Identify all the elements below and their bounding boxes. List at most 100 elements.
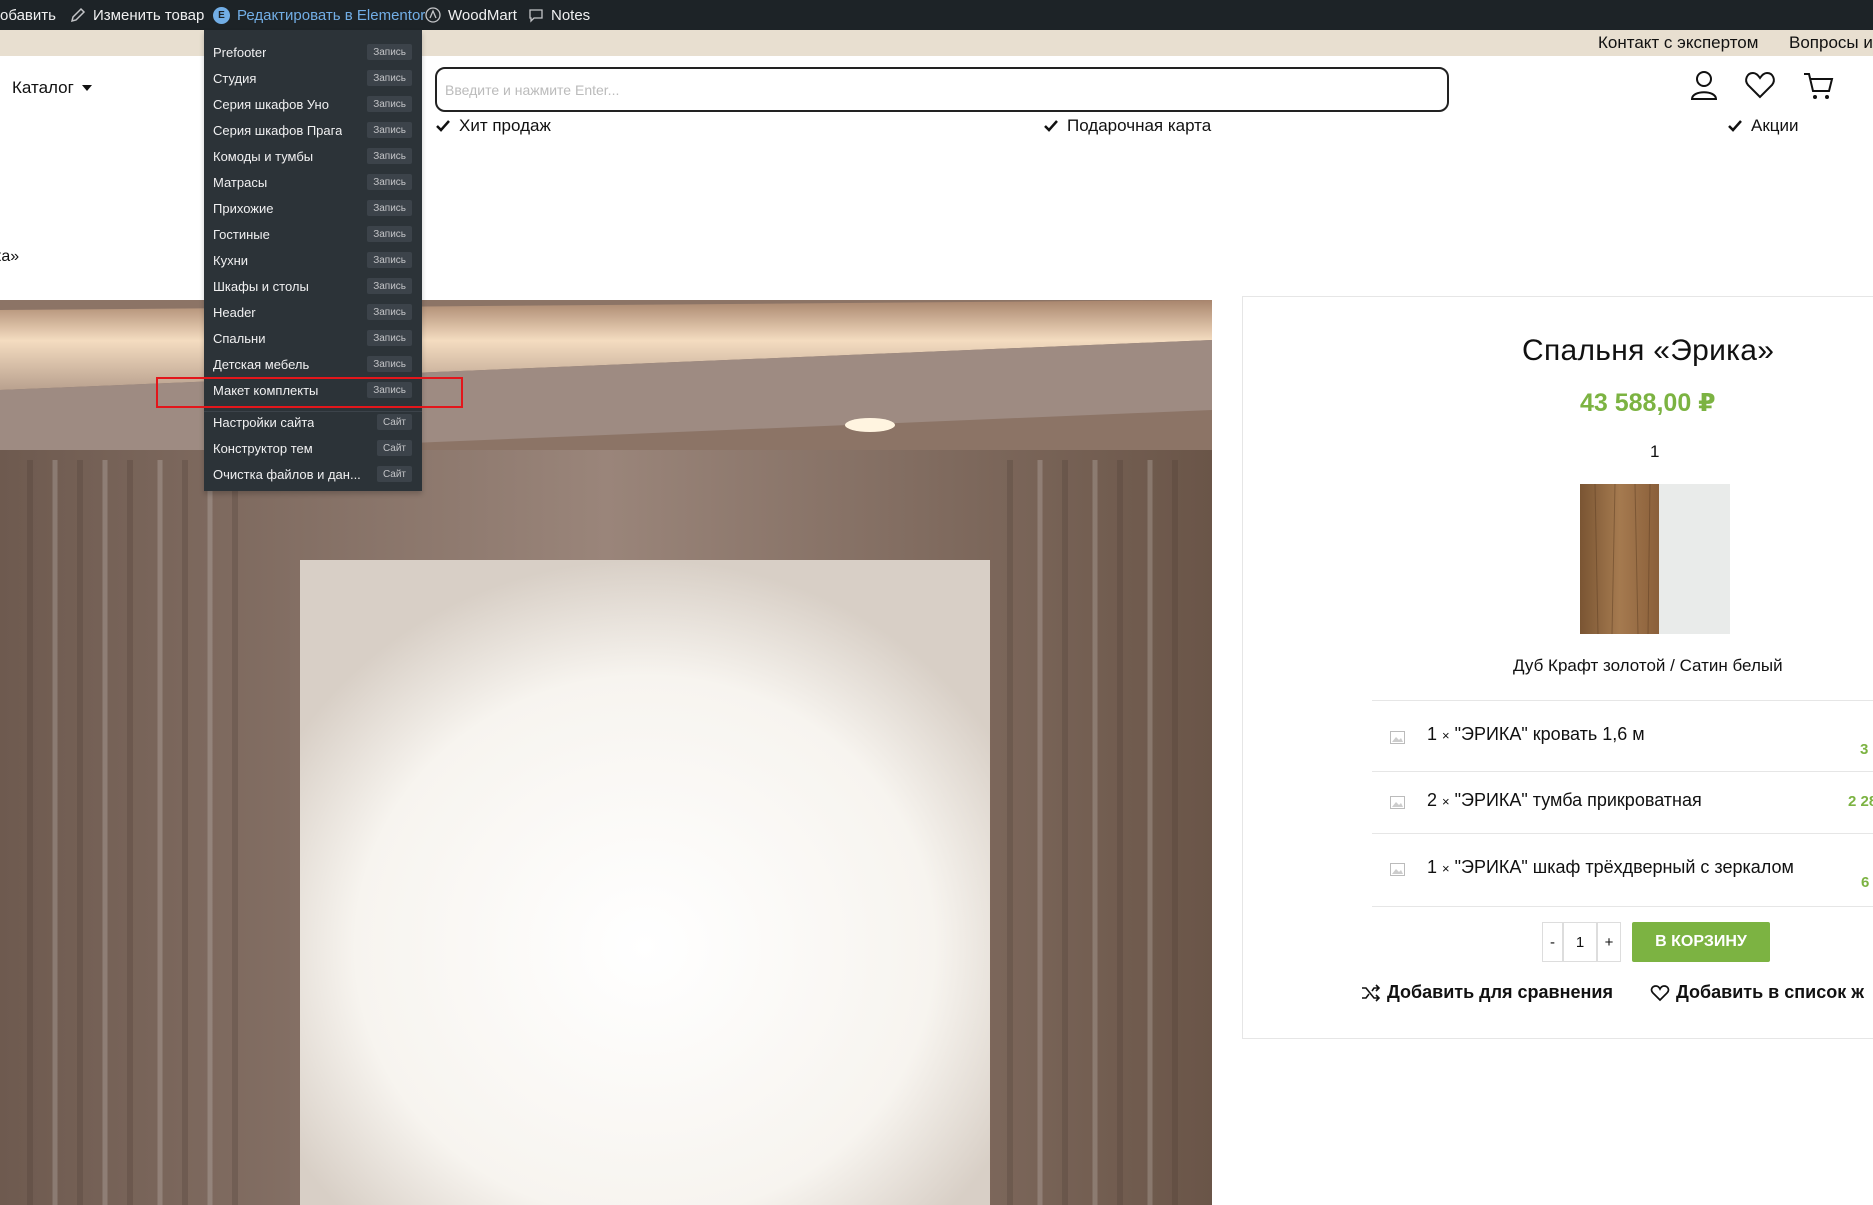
bundle-item-name: "ЭРИКА" шкаф трёхдверный с зеркалом	[1454, 857, 1794, 877]
image-placeholder-icon	[1390, 863, 1405, 876]
feature-label: Хит продаж	[459, 116, 551, 135]
menu-item-theme-builder[interactable]: Конструктор тем Сайт	[204, 435, 422, 461]
menu-item-badge: Запись	[367, 356, 412, 372]
product-price: 43 588,00 ₽	[1580, 389, 1716, 417]
menu-item-badge: Запись	[367, 96, 412, 112]
expert-contact-link[interactable]: Контакт с экспертом	[1598, 30, 1758, 56]
menu-item-badge: Запись	[367, 304, 412, 320]
bundle-item-price: 2 28	[1848, 793, 1873, 810]
menu-item-badge: Запись	[367, 174, 412, 190]
user-account-icon[interactable]	[1687, 68, 1721, 102]
add-new-label: обавить	[0, 6, 56, 24]
menu-item-badge: Запись	[367, 122, 412, 138]
bundle-item[interactable]: 1 × "ЭРИКА" кровать 1,6 м	[1427, 724, 1645, 745]
bundle-item[interactable]: 2 × "ЭРИКА" тумба прикроватная	[1427, 790, 1702, 811]
menu-item-label: Гостиные	[213, 226, 270, 242]
menu-item-wardrobes-tables[interactable]: Шкафы и столы Запись	[204, 273, 422, 299]
menu-item-clear-files[interactable]: Очистка файлов и дан... Сайт	[204, 461, 422, 487]
shuffle-icon	[1362, 983, 1381, 1002]
edit-product-link[interactable]: Изменить товар	[70, 0, 204, 30]
menu-item-label: Комоды и тумбы	[213, 148, 314, 164]
add-to-cart-button[interactable]: В КОРЗИНУ	[1632, 922, 1770, 962]
menu-item-label: Серия шкафов Уно	[213, 96, 329, 112]
feature-promotions[interactable]: Акции	[1727, 115, 1799, 137]
bundle-row-divider	[1372, 833, 1873, 834]
menu-item-label: Шкафы и столы	[213, 278, 309, 294]
elementor-icon: E	[213, 6, 230, 24]
woodmart-link[interactable]: WoodMart	[425, 0, 517, 30]
comment-icon	[529, 9, 543, 23]
menu-item-praga-series[interactable]: Серия шкафов Прага Запись	[204, 117, 422, 143]
menu-item-badge: Запись	[367, 148, 412, 164]
feature-gift-card[interactable]: Подарочная карта	[1043, 115, 1211, 137]
menu-item-label: Prefooter	[213, 44, 267, 60]
highlight-box	[156, 377, 463, 408]
qty-decrease-button[interactable]: -	[1542, 922, 1563, 962]
qty-input[interactable]: 1	[1563, 922, 1597, 962]
add-to-wishlist-link[interactable]: Добавить в список ж	[1650, 982, 1864, 1003]
cart-icon[interactable]	[1801, 68, 1835, 102]
edit-with-elementor-link[interactable]: E Редактировать в Elementor	[213, 0, 425, 30]
menu-item-label: Детская мебель	[213, 356, 310, 372]
compare-label: Добавить для сравнения	[1387, 982, 1613, 1002]
menu-item-label: Матрасы	[213, 174, 268, 190]
heart-icon	[1650, 984, 1670, 1001]
check-icon	[1044, 120, 1058, 132]
catalog-label: Каталог	[12, 78, 74, 97]
menu-item-label: Конструктор тем	[213, 440, 313, 456]
menu-item-kids-furniture[interactable]: Детская мебель Запись	[204, 351, 422, 377]
check-icon	[1728, 120, 1742, 132]
menu-item-label: Прихожие	[213, 200, 274, 216]
bundle-item-price: 3	[1860, 741, 1869, 758]
menu-item-kitchens[interactable]: Кухни Запись	[204, 247, 422, 273]
search-input[interactable]	[435, 67, 1449, 112]
menu-item-hallways[interactable]: Прихожие Запись	[204, 195, 422, 221]
menu-item-bedrooms[interactable]: Спальни Запись	[204, 325, 422, 351]
bedroom-photo	[0, 300, 1212, 1205]
menu-item-mattresses[interactable]: Матрасы Запись	[204, 169, 422, 195]
menu-item-badge: Запись	[367, 200, 412, 216]
menu-item-living-rooms[interactable]: Гостиные Запись	[204, 221, 422, 247]
add-new-link[interactable]: обавить	[0, 0, 56, 30]
notes-label: Notes	[551, 6, 591, 24]
bundle-item-qty: 1	[1427, 724, 1438, 744]
menu-item-badge: Запись	[367, 44, 412, 60]
color-swatch[interactable]	[1580, 484, 1730, 634]
menu-item-studio[interactable]: Студия Запись	[204, 65, 422, 91]
woodmart-icon	[425, 7, 441, 23]
feature-bestseller[interactable]: Хит продаж	[435, 115, 551, 137]
bundle-item[interactable]: 1 × "ЭРИКА" шкаф трёхдверный с зеркалом	[1427, 857, 1794, 878]
wishlist-heart-icon[interactable]	[1743, 68, 1777, 102]
menu-item-dressers[interactable]: Комоды и тумбы Запись	[204, 143, 422, 169]
menu-item-header[interactable]: Header Запись	[204, 299, 422, 325]
compare-link[interactable]: Добавить для сравнения	[1361, 982, 1613, 1003]
image-placeholder-icon	[1390, 731, 1405, 744]
menu-item-badge: Запись	[367, 252, 412, 268]
menu-item-badge: Запись	[367, 70, 412, 86]
notes-link[interactable]: Notes	[528, 0, 590, 30]
menu-item-badge: Запись	[367, 330, 412, 346]
image-placeholder-icon	[1390, 796, 1405, 809]
feature-label: Акции	[1751, 116, 1799, 135]
questions-link[interactable]: Вопросы и	[1789, 30, 1873, 56]
swatch-label: Дуб Крафт золотой / Сатин белый	[1513, 656, 1783, 675]
chevron-down-icon	[81, 85, 92, 91]
bundle-row-divider	[1372, 771, 1873, 772]
menu-item-site-settings[interactable]: Настройки сайта Сайт	[204, 409, 422, 435]
bundle-item-qty: 2	[1427, 790, 1438, 810]
menu-item-label: Настройки сайта	[213, 414, 315, 430]
menu-item-label: Очистка файлов и дан...	[213, 466, 361, 482]
qty-increase-button[interactable]: +	[1597, 922, 1621, 962]
product-title: Спальня «Эрика»	[1522, 334, 1775, 367]
menu-item-label: Студия	[213, 70, 257, 86]
catalog-menu-button[interactable]: Каталог	[12, 78, 92, 98]
edit-product-label: Изменить товар	[93, 6, 205, 24]
menu-item-prefooter[interactable]: Prefooter Запись	[204, 39, 422, 65]
wp-admin-bar: обавить Изменить товар E Редактировать в…	[0, 0, 1873, 30]
product-image[interactable]	[0, 300, 1212, 1205]
bundle-row-divider	[1372, 700, 1873, 701]
bundle-row-divider	[1372, 906, 1873, 907]
menu-item-badge: Сайт	[376, 414, 412, 430]
menu-item-label: Header	[213, 304, 256, 320]
menu-item-uno-series[interactable]: Серия шкафов Уно Запись	[204, 91, 422, 117]
